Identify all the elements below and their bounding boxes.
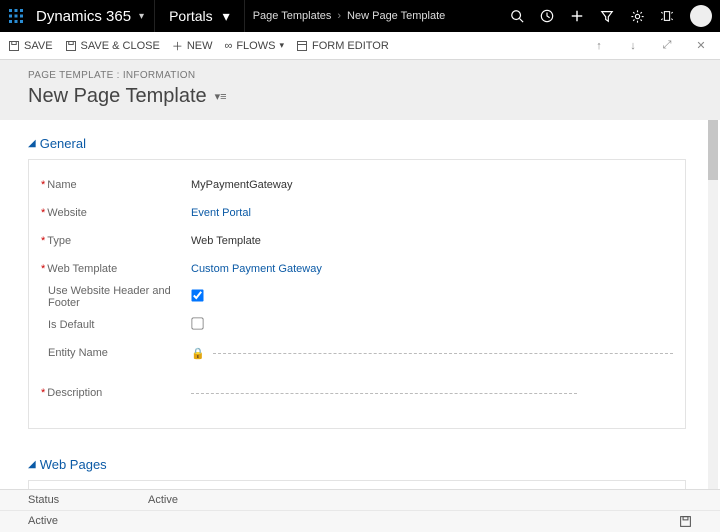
website-lookup[interactable]: Event Portal xyxy=(191,207,673,219)
save-label: SAVE xyxy=(24,40,53,52)
page-title: New Page Template xyxy=(28,85,207,108)
chevron-down-icon: ▾ xyxy=(139,11,144,22)
record-header: PAGE TEMPLATE : INFORMATION New Page Tem… xyxy=(0,60,720,121)
brand-switcher[interactable]: Dynamics 365 ▾ xyxy=(32,8,154,25)
label-web-template: Web Template xyxy=(47,263,117,275)
help-icon[interactable] xyxy=(652,0,682,32)
footer-active-label: Active xyxy=(28,515,148,528)
required-icon: * xyxy=(41,388,45,399)
form-editor-label: FORM EDITOR xyxy=(312,40,389,52)
search-icon[interactable] xyxy=(502,0,532,32)
label-use-header-footer: Use Website Header and Footer xyxy=(48,285,191,309)
breadcrumb-item[interactable]: Page Templates xyxy=(253,10,332,22)
arrow-down-icon[interactable]: ↓ xyxy=(622,40,644,52)
form-area: ◢ General *Name MyPaymentGateway *Websit… xyxy=(0,120,720,496)
section-general[interactable]: ◢ General xyxy=(28,136,686,151)
save-icon[interactable] xyxy=(679,515,692,528)
general-panel: *Name MyPaymentGateway *Website Event Po… xyxy=(28,159,686,429)
chevron-right-icon: › xyxy=(337,10,341,22)
avatar[interactable] xyxy=(690,5,712,27)
required-icon: * xyxy=(41,208,45,219)
form-scroll[interactable]: ◢ General *Name MyPaymentGateway *Websit… xyxy=(0,120,704,496)
area-switcher[interactable]: Portals ▾ xyxy=(155,8,244,25)
footer-status-value: Active xyxy=(148,494,692,506)
name-field[interactable]: MyPaymentGateway xyxy=(191,179,673,191)
arrow-up-icon[interactable]: ↑ xyxy=(588,40,610,52)
label-description: Description xyxy=(47,387,102,399)
scrollbar-thumb[interactable] xyxy=(708,120,718,180)
app-launcher-icon[interactable] xyxy=(0,0,32,32)
vertical-scrollbar[interactable] xyxy=(708,120,718,496)
flows-button[interactable]: ∞ FLOWS ▾ xyxy=(224,40,284,52)
description-field[interactable] xyxy=(191,393,673,394)
chevron-down-icon: ▾ xyxy=(223,8,230,25)
section-web-pages[interactable]: ◢ Web Pages xyxy=(28,457,686,472)
command-bar: SAVE SAVE & CLOSE ＋ NEW ∞ FLOWS ▾ FORM E… xyxy=(0,32,720,60)
required-icon: * xyxy=(41,180,45,191)
recent-icon[interactable] xyxy=(532,0,562,32)
global-nav-bar: Dynamics 365 ▾ Portals ▾ Page Templates … xyxy=(0,0,720,32)
form-selector-icon[interactable]: ▾≡ xyxy=(215,90,227,103)
required-icon: * xyxy=(41,236,45,247)
save-close-button[interactable]: SAVE & CLOSE xyxy=(65,40,160,52)
status-footer: Status Active Active xyxy=(0,489,720,532)
label-name: Name xyxy=(47,179,76,191)
breadcrumb-item[interactable]: New Page Template xyxy=(347,10,445,22)
save-close-label: SAVE & CLOSE xyxy=(81,40,160,52)
label-is-default: Is Default xyxy=(48,319,94,331)
flows-label: FLOWS xyxy=(236,40,275,52)
plus-icon: ＋ xyxy=(172,38,183,54)
collapse-icon: ◢ xyxy=(28,459,36,470)
label-entity-name: Entity Name xyxy=(48,347,108,359)
collapse-icon: ◢ xyxy=(28,138,36,149)
breadcrumb: Page Templates › New Page Template xyxy=(245,10,454,22)
type-field[interactable]: Web Template xyxy=(191,235,673,247)
close-icon[interactable]: ✕ xyxy=(690,39,712,52)
section-label: General xyxy=(40,136,86,151)
web-template-lookup[interactable]: Custom Payment Gateway xyxy=(191,263,673,275)
flow-icon: ∞ xyxy=(224,40,232,52)
entity-crumb: PAGE TEMPLATE : INFORMATION xyxy=(28,70,714,81)
form-editor-button[interactable]: FORM EDITOR xyxy=(296,40,389,52)
save-button[interactable]: SAVE xyxy=(8,40,53,52)
new-label: NEW xyxy=(187,40,213,52)
label-type: Type xyxy=(47,235,71,247)
brand-label: Dynamics 365 xyxy=(36,8,131,25)
lock-icon: 🔒 xyxy=(191,347,205,360)
new-button[interactable]: ＋ NEW xyxy=(172,38,213,54)
entity-name-field: 🔒 xyxy=(191,347,673,360)
new-record-icon[interactable] xyxy=(562,0,592,32)
settings-icon[interactable] xyxy=(622,0,652,32)
label-website: Website xyxy=(47,207,87,219)
area-label: Portals xyxy=(169,8,213,24)
chevron-down-icon: ▾ xyxy=(279,40,284,51)
use-header-footer-checkbox[interactable] xyxy=(191,289,203,301)
is-default-checkbox[interactable] xyxy=(191,317,203,329)
section-label: Web Pages xyxy=(40,457,107,472)
popout-icon[interactable]: ⤢ xyxy=(656,39,678,52)
required-icon: * xyxy=(41,264,45,275)
footer-status-label: Status xyxy=(28,494,148,506)
filter-icon[interactable] xyxy=(592,0,622,32)
